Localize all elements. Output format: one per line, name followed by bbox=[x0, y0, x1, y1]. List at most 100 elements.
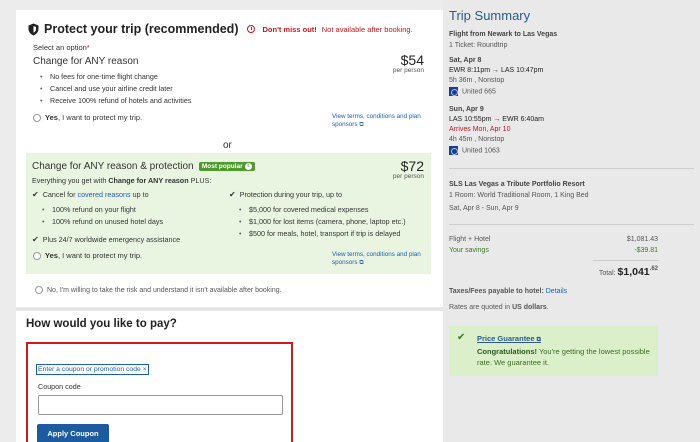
return-arrives: Arrives Mon, Apr 10 bbox=[449, 126, 511, 133]
apply-coupon-button[interactable]: Apply Coupon bbox=[37, 424, 109, 442]
coupon-link-text[interactable]: Enter a coupon or promotion code bbox=[38, 366, 141, 373]
option2-header: Change for ANY reason & protection Most … bbox=[32, 161, 255, 172]
guarantee-bold: Congratulations! bbox=[477, 347, 537, 356]
total-divider bbox=[593, 260, 659, 261]
covered-reasons-link[interactable]: covered reasons bbox=[77, 190, 130, 199]
miss-out-label: Don't miss out! bbox=[262, 24, 317, 34]
total-value: $1,041 bbox=[617, 266, 650, 278]
select-option-text: Select an option bbox=[33, 43, 87, 52]
option1-price: $54 per person bbox=[376, 53, 424, 74]
total-row: Total: $1,041.62 bbox=[599, 266, 658, 278]
outbound-airline-text: United 665 bbox=[462, 88, 496, 96]
assistance-text: Plus 24/7 worldwide emergency assistance bbox=[42, 235, 181, 244]
check-icon: ✔ bbox=[32, 190, 39, 199]
alert-icon bbox=[247, 25, 256, 33]
or-separator: or bbox=[223, 140, 232, 151]
list-item: 100% refund on unused hotel days bbox=[40, 216, 163, 228]
option2-title: Change for ANY reason & protection bbox=[32, 161, 194, 172]
option1-title: Change for ANY reason bbox=[33, 56, 139, 67]
cancel-text: Cancel for covered reasons up to bbox=[43, 190, 149, 199]
sidebar-divider bbox=[449, 224, 694, 225]
decline-radio[interactable] bbox=[35, 286, 43, 294]
trip-summary-title: Trip Summary bbox=[449, 8, 531, 23]
option1-radio[interactable] bbox=[33, 113, 41, 122]
coupon-input[interactable] bbox=[38, 395, 283, 415]
savings-label: Your savings bbox=[449, 247, 489, 254]
savings-value: -$39.81 bbox=[634, 247, 658, 254]
external-link-icon: ⧉ bbox=[359, 260, 364, 266]
option1-yes-label: Yes, I want to protect my trip. bbox=[45, 113, 142, 122]
yes-rest: , I want to protect my trip. bbox=[57, 113, 143, 122]
hotel-dates: Sat, Apr 8 - Sun, Apr 9 bbox=[449, 205, 519, 212]
list-item: $500 for meals, hotel, transport if trip… bbox=[237, 228, 406, 240]
rates-pre: Rates are quoted in bbox=[449, 304, 511, 311]
return-airline-text: United 1063 bbox=[462, 147, 500, 155]
total-cents: .62 bbox=[649, 266, 658, 272]
left-check-cancel: ✔ Cancel for covered reasons up to bbox=[32, 190, 149, 199]
option1-price-per: per person bbox=[392, 67, 424, 74]
outbound-airline: United 665 bbox=[449, 87, 496, 96]
right-bullets: $5,000 for covered medical expenses $1,0… bbox=[237, 204, 406, 240]
sidebar-divider bbox=[449, 168, 694, 169]
list-item: Cancel and use your airline credit later bbox=[38, 83, 191, 95]
everything-post: PLUS: bbox=[188, 176, 212, 185]
left-bullets: 100% refund on your flight 100% refund o… bbox=[40, 204, 163, 228]
hotel-room: 1 Room: World Traditional Room, 1 King B… bbox=[449, 192, 589, 199]
united-logo-icon bbox=[449, 146, 458, 155]
protect-title: Protect your trip (recommended) bbox=[44, 22, 239, 36]
yes-bold: Yes bbox=[45, 113, 58, 122]
flight-hotel-value: $1,081.43 bbox=[626, 236, 658, 243]
price-guarantee-box: ✔ Price Guarantee ⧉ Congratulations! You… bbox=[449, 326, 658, 376]
info-icon[interactable]: i bbox=[244, 163, 252, 171]
option1-yes[interactable]: Yes, I want to protect my trip. bbox=[33, 113, 142, 122]
flight-hotel-label: Flight + Hotel bbox=[449, 236, 491, 243]
coupon-section: Enter a coupon or promotion code × Coupo… bbox=[26, 342, 293, 442]
united-logo-icon bbox=[449, 87, 458, 96]
price-guarantee-text[interactable]: Price Guarantee bbox=[477, 334, 535, 343]
taxes-label: Taxes/Fees payable to hotel: bbox=[449, 288, 544, 295]
option2-yes[interactable]: Yes, I want to protect my trip. bbox=[33, 251, 142, 260]
option2-terms-text[interactable]: View terms, conditions and plan sponsors bbox=[332, 251, 421, 266]
everything-line: Everything you get with Change for ANY r… bbox=[32, 176, 211, 185]
flight-title: Flight from Newark to Las Vegas bbox=[449, 31, 558, 38]
main-panel: Protect your trip (recommended) Don't mi… bbox=[16, 10, 443, 442]
option2-terms-link[interactable]: View terms, conditions and plan sponsors… bbox=[332, 251, 422, 267]
most-popular-badge: Most popular i bbox=[198, 162, 255, 172]
everything-pre: Everything you get with bbox=[32, 176, 109, 185]
taxes-details-link[interactable]: Details bbox=[546, 288, 567, 295]
rates-note: Rates are quoted in US dollars. bbox=[449, 304, 549, 311]
check-icon: ✔ bbox=[457, 332, 466, 343]
coupon-label: Coupon code bbox=[38, 382, 81, 391]
return-route: LAS 10:55pm → EWR 6:40am bbox=[449, 116, 544, 123]
section-divider bbox=[16, 307, 443, 311]
option1-terms-text[interactable]: View terms, conditions and plan sponsors bbox=[332, 113, 421, 128]
right-check-protection: ✔ Protection during your trip, up to bbox=[229, 190, 342, 199]
select-option-label: Select an option* bbox=[33, 43, 90, 52]
outbound-date: Sat, Apr 8 bbox=[449, 57, 482, 64]
coupon-toggle-link[interactable]: Enter a coupon or promotion code × bbox=[36, 364, 149, 375]
shield-icon bbox=[28, 23, 39, 35]
close-icon[interactable]: × bbox=[143, 366, 147, 373]
list-item: $5,000 for covered medical expenses bbox=[237, 204, 406, 216]
price-guarantee-link[interactable]: Price Guarantee ⧉ bbox=[477, 334, 541, 344]
ticket-info: 1 Ticket: Roundtrip bbox=[449, 42, 508, 49]
option2-radio[interactable] bbox=[33, 251, 41, 260]
yes-bold: Yes bbox=[45, 251, 58, 260]
required-mark: * bbox=[86, 43, 90, 52]
option1-price-value: $54 bbox=[400, 52, 424, 68]
guarantee-message: Congratulations! You're getting the lowe… bbox=[477, 346, 652, 368]
taxes-row: Taxes/Fees payable to hotel: Details bbox=[449, 288, 567, 295]
list-item: 100% refund on your flight bbox=[40, 204, 163, 216]
protection-text: Protection during your trip, up to bbox=[239, 190, 342, 199]
list-item: $1,000 for lost items (camera, phone, la… bbox=[237, 216, 406, 228]
option1-terms-link[interactable]: View terms, conditions and plan sponsors… bbox=[332, 113, 422, 129]
left-check-assistance: ✔ Plus 24/7 worldwide emergency assistan… bbox=[32, 235, 180, 244]
decline-option[interactable]: No, I'm willing to take the risk and und… bbox=[35, 286, 282, 294]
yes-rest: , I want to protect my trip. bbox=[57, 251, 143, 260]
option2-price: $72 per person bbox=[376, 159, 424, 180]
list-item: Receive 100% refund of hotels and activi… bbox=[38, 95, 191, 107]
protect-header: Protect your trip (recommended) Don't mi… bbox=[28, 22, 413, 36]
most-popular-text: Most popular bbox=[201, 163, 243, 171]
external-link-icon: ⧉ bbox=[359, 122, 364, 128]
return-date: Sun, Apr 9 bbox=[449, 106, 484, 113]
